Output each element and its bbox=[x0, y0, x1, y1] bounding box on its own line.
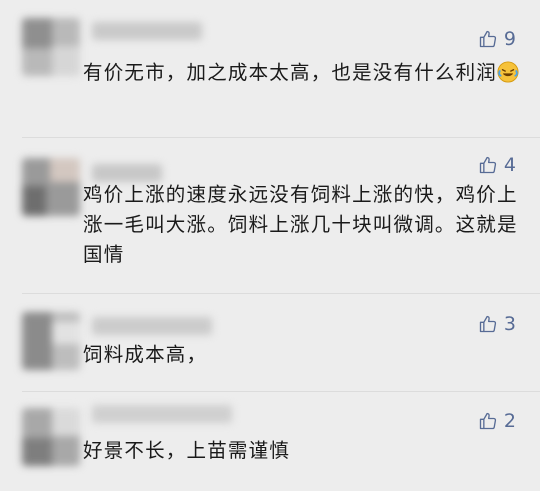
avatar[interactable] bbox=[22, 18, 80, 76]
thumbs-up-icon bbox=[479, 412, 497, 430]
comment-text: 饲料成本高， bbox=[83, 343, 208, 366]
like-count: 3 bbox=[503, 313, 516, 335]
like-count: 2 bbox=[503, 410, 516, 432]
thumbs-up-icon bbox=[479, 30, 497, 48]
username-blurred[interactable] bbox=[92, 22, 202, 40]
thumbs-up-icon bbox=[479, 156, 497, 174]
laughing-crying-emoji bbox=[497, 61, 519, 83]
comment-text: 鸡价上涨的速度永远没有饲料上涨的快，鸡价上涨一毛叫大涨。饲料上涨几十块叫微调。这… bbox=[83, 183, 518, 266]
username-blurred[interactable] bbox=[92, 405, 232, 423]
username-blurred[interactable] bbox=[92, 317, 212, 335]
like-count: 4 bbox=[503, 154, 516, 176]
like-button[interactable]: 3 bbox=[478, 313, 516, 335]
like-button[interactable]: 2 bbox=[478, 410, 516, 432]
avatar[interactable] bbox=[22, 408, 80, 466]
like-count: 9 bbox=[503, 28, 516, 50]
avatar[interactable] bbox=[22, 312, 80, 370]
divider bbox=[22, 293, 540, 294]
avatar[interactable] bbox=[22, 158, 80, 216]
like-button[interactable]: 4 bbox=[478, 154, 516, 176]
like-button[interactable]: 9 bbox=[478, 28, 516, 50]
comment-text: 有价无市，加之成本太高，也是没有什么利润 bbox=[83, 58, 523, 88]
divider bbox=[22, 391, 540, 392]
divider bbox=[22, 137, 540, 138]
thumbs-up-icon bbox=[479, 315, 497, 333]
comment-text: 好景不长，上苗需谨慎 bbox=[83, 439, 291, 462]
